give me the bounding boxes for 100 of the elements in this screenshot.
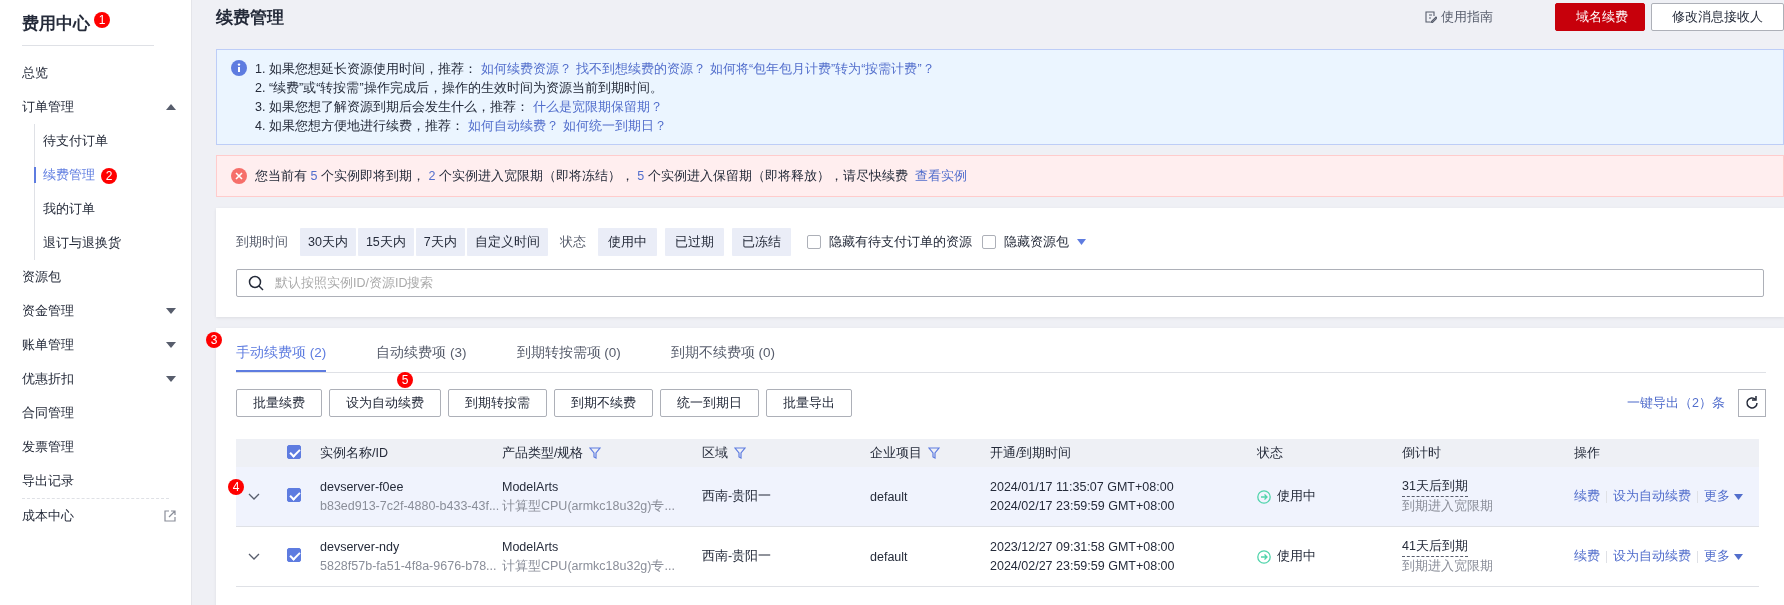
view-instances-link[interactable]: 查看实例 [915,168,968,183]
product-type: ModelArts [502,478,559,496]
checkbox[interactable] [981,235,996,249]
countdown-note: 到期进入宽限期 [1402,558,1493,575]
info-text: 2. “续费”或“转按需”操作完成后，操作的生效时间为资源当前到期时间。 [255,80,664,97]
help-link[interactable]: 如何自动续费？ [467,119,559,133]
toolbar-button[interactable]: 到期转按需 [448,389,547,417]
filter-option[interactable]: 使用中 [597,228,657,256]
column-header: 区域 [702,444,728,462]
more-link[interactable]: 更多 [1704,488,1743,505]
external-link-icon [164,510,176,522]
sidebar-item[interactable]: 资源包 [22,268,61,286]
toolbar-button[interactable]: 批量导出 [766,389,852,417]
info-text: 1. 如果您想延长资源使用时间，推荐： 如何续费资源？ 找不到想续费的资源？ 如何将“包年包月计费”转为“按需计费”？ [255,61,935,78]
sidebar-item[interactable]: 合同管理 [22,404,74,422]
primary-button[interactable]: 域名续费 [1555,3,1645,31]
refresh-button[interactable] [1738,389,1766,417]
checkbox[interactable] [806,235,821,249]
action-button[interactable]: 修改消息接收人 [1651,3,1784,31]
end-time: 2024/02/17 23:59:59 GMT+08:00 [990,497,1175,515]
countdown-note: 到期进入宽限期 [1402,498,1493,515]
info-text: 3. 如果您想了解资源到期后会发生什么，推荐： 什么是宽限期保留期？ [255,99,664,116]
help-link[interactable]: 找不到想续费的资源？ [575,62,706,76]
column-header: 状态 [1257,444,1283,462]
sidebar-subitem[interactable]: 退订与退换货 [35,226,121,260]
checkbox[interactable] [287,488,301,502]
end-time: 2024/02/27 23:59:59 GMT+08:00 [990,557,1175,575]
toolbar-button[interactable]: 统一到期日 [660,389,759,417]
info-icon [231,60,247,76]
search-field[interactable]: 默认按照实例ID/资源ID搜索 [236,269,1764,297]
instance-id: 5828f57b-fa51-4f8a-9676-b78... [320,557,497,575]
toolbar-button[interactable]: 到期不续费 [554,389,653,417]
checkbox[interactable] [287,444,301,459]
search-icon [248,275,264,291]
filter-option[interactable]: 30天内 [300,228,356,256]
filter-option[interactable]: 已冻结 [731,228,791,256]
guide-link[interactable]: 使用指南 [1425,8,1493,26]
instance-name: devserver-ndy [320,538,400,556]
column-header: 开通/到期时间 [990,444,1072,462]
filter-option[interactable]: 15天内 [357,228,414,256]
instance-name: devserver-f0ee [320,478,404,496]
tab[interactable]: 自动续费项 (3) [376,344,467,372]
product-spec: 计算型CPU(armkc18u32g)专... [502,557,675,575]
filter-option[interactable]: 7天内 [415,228,465,256]
help-link[interactable]: 如何续费资源？ [480,62,572,76]
status-text: 使用中 [1277,488,1316,505]
filter-option[interactable]: 自定义时间 [466,228,548,256]
sidebar-subitem[interactable]: 待支付订单 [35,124,108,158]
expand-button[interactable] [248,552,260,561]
action-link[interactable]: 续费 [1574,548,1600,565]
sidebar-item[interactable]: 发票管理 [22,438,74,456]
filter-label: 状态 [559,233,586,251]
product-type: ModelArts [502,538,559,556]
toolbar-button[interactable]: 批量续费 [236,389,322,417]
table-cell: default [870,489,908,504]
sidebar-item[interactable]: 优惠折扣 [22,370,74,388]
step-badge: 2 [101,168,117,184]
tab[interactable]: 到期不续费项 (0) [670,344,775,372]
step-badge: 1 [94,12,110,28]
table-cell: 西南-贵阳一 [702,489,772,503]
tab[interactable]: 手动续费项 (2) [236,344,327,372]
help-link[interactable]: 如何将“包年包月计费”转为“按需计费”？ [709,62,935,76]
toolbar-button[interactable]: 设为自动续费 [329,389,441,417]
export-link[interactable]: 一键导出（2）条 [1627,394,1725,412]
action-link[interactable]: 设为自动续费 [1613,488,1691,505]
sidebar-item[interactable]: 总览 [22,64,48,82]
table-cell: 西南-贵阳一 [702,549,772,563]
sidebar-subitem[interactable]: 我的订单 [35,192,95,226]
help-link[interactable]: 什么是宽限期保留期？ [532,100,663,114]
caret-icon [1734,553,1743,560]
status-text: 使用中 [1277,548,1316,565]
document-edit-icon [1425,11,1437,23]
start-time: 2024/01/17 11:35:07 GMT+08:00 [990,478,1174,496]
help-link[interactable]: 如何统一到期日？ [562,119,667,133]
start-time: 2023/12/27 09:31:58 GMT+08:00 [990,538,1175,556]
step-badge: 5 [397,372,413,388]
filter-option[interactable]: 已过期 [664,228,724,256]
checkbox-label: 隐藏资源包 [1003,233,1069,251]
table-cell: default [870,549,908,564]
column-header: 产品类型/规格 [502,444,584,462]
checkbox[interactable] [287,548,301,562]
more-link[interactable]: 更多 [1704,548,1743,565]
filter-label: 到期时间 [236,233,288,251]
chevron-icon [248,552,260,561]
tab[interactable]: 到期转按需项 (0) [516,344,621,372]
action-link[interactable]: 续费 [1574,488,1600,505]
action-link[interactable]: 设为自动续费 [1613,548,1691,565]
sidebar-item[interactable]: 账单管理 [22,336,74,354]
info-text: 4. 如果您想方便地进行续费，推荐： 如何自动续费？ 如何统一到期日？ [255,118,668,135]
alert-text: 您当前有 5 个实例即将到期， 2 个实例进入宽限期（即将冻结）， 5 个实例进入保留期（即将释放），请尽快续费 查看实例 [255,167,968,185]
sidebar-item[interactable]: 资金管理 [22,302,74,320]
sidebar-item[interactable]: 订单管理 [22,98,74,116]
error-icon [231,168,247,184]
instance-id: b83ed913-7c2f-4880-b433-43f... [320,497,500,515]
column-header: 操作 [1574,444,1600,462]
page-title: 续费管理 [216,6,285,29]
sidebar-item[interactable]: 导出记录 [22,472,74,490]
step-badge: 4 [228,478,244,495]
checkbox-label: 隐藏有待支付订单的资源 [828,233,972,251]
sidebar-item[interactable]: 成本中心 [22,507,74,525]
